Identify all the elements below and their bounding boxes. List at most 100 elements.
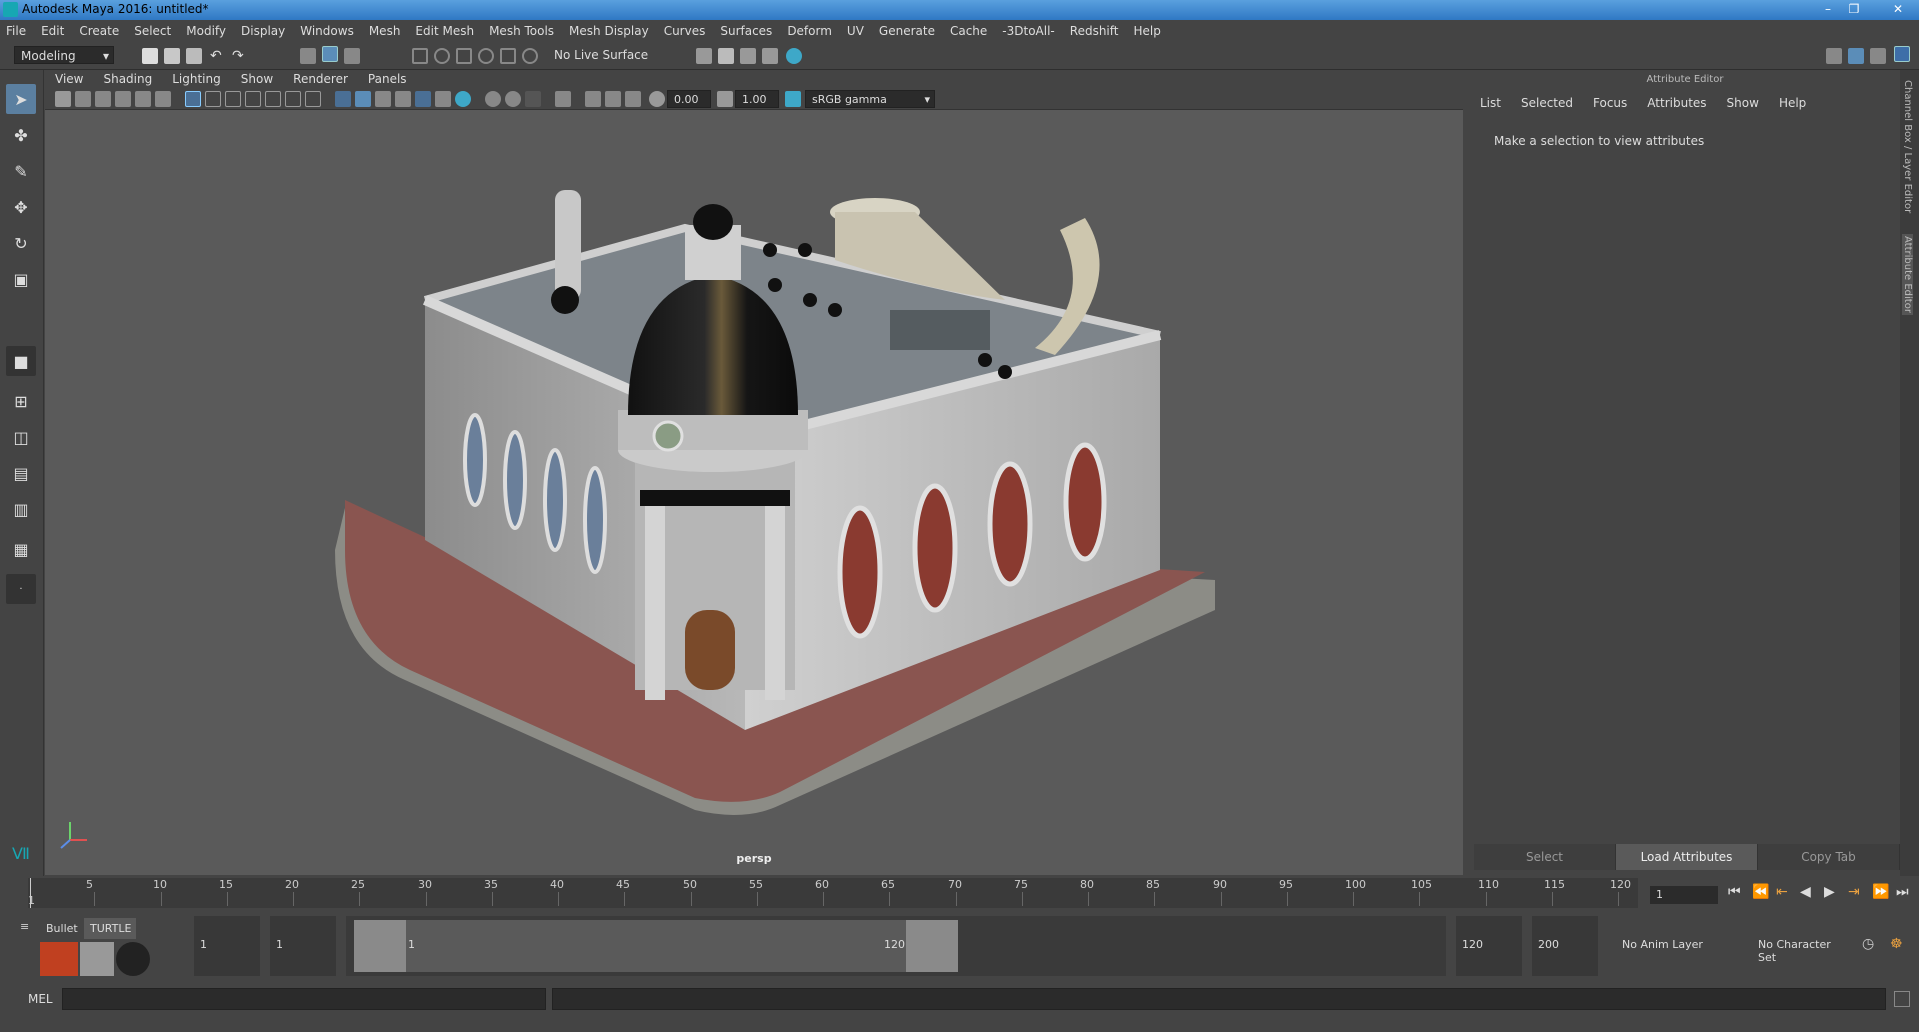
menu-cache[interactable]: Cache: [950, 24, 987, 38]
menu-modify[interactable]: Modify: [186, 24, 226, 38]
safe-action-icon[interactable]: [285, 91, 301, 107]
motion-blur-icon[interactable]: [505, 91, 521, 107]
menu-mesh-tools[interactable]: Mesh Tools: [489, 24, 554, 38]
shelf-tab-turtle[interactable]: TURTLE: [84, 918, 136, 939]
snap-live-icon[interactable]: [522, 48, 538, 64]
attribute-editor-tab[interactable]: Attribute Editor: [1902, 234, 1913, 315]
menu-curves[interactable]: Curves: [664, 24, 706, 38]
rotate-tool-icon[interactable]: ↻: [6, 228, 36, 258]
image-plane-icon[interactable]: [115, 91, 131, 107]
redo-icon[interactable]: ↷: [232, 48, 248, 64]
default-material-icon[interactable]: [375, 91, 391, 107]
isolate-select-icon[interactable]: [555, 91, 571, 107]
resolution-gate-icon[interactable]: [225, 91, 241, 107]
turtle-bake-icon[interactable]: [80, 942, 114, 976]
building-3d-model[interactable]: [45, 110, 1463, 875]
safe-title-icon[interactable]: [305, 91, 321, 107]
undo-icon[interactable]: ↶: [210, 48, 226, 64]
side-by-side-layout-icon[interactable]: ◫: [6, 422, 36, 452]
persp-graph-layout-icon[interactable]: ▤: [6, 458, 36, 488]
minimize-button[interactable]: –: [1816, 0, 1840, 18]
step-back-frame-icon[interactable]: ⇤: [1776, 884, 1788, 900]
auto-key-icon[interactable]: ◷: [1862, 936, 1874, 952]
viewport-menu-view[interactable]: View: [55, 72, 83, 86]
film-gate-icon[interactable]: [205, 91, 221, 107]
lights-icon[interactable]: [435, 91, 451, 107]
live-surface-field[interactable]: No Live Surface: [548, 46, 658, 64]
camera-attributes-icon[interactable]: [75, 91, 91, 107]
shadows-icon[interactable]: [455, 91, 471, 107]
outliner-layout-icon[interactable]: ▥: [6, 494, 36, 524]
play-backwards-icon[interactable]: ◀: [1800, 884, 1811, 900]
open-scene-icon[interactable]: [164, 48, 180, 64]
wireframe-on-shaded-icon[interactable]: [395, 91, 411, 107]
range-slider-track[interactable]: 1 120: [346, 916, 1446, 976]
character-set-dropdown[interactable]: No Character Set: [1752, 916, 1858, 976]
gate-mask-icon[interactable]: [245, 91, 261, 107]
ae-menu-help[interactable]: Help: [1779, 96, 1806, 110]
four-view-layout-icon[interactable]: ⊞: [6, 386, 36, 416]
load-attributes-button[interactable]: Load Attributes: [1616, 844, 1758, 870]
render-view-icon[interactable]: [718, 48, 734, 64]
shelf-tab-bullet[interactable]: Bullet: [40, 918, 80, 939]
viewport-menu-show[interactable]: Show: [241, 72, 273, 86]
snap-view-icon[interactable]: [478, 48, 494, 64]
playback-end-field[interactable]: 120: [1456, 916, 1522, 976]
menu-file[interactable]: File: [6, 24, 26, 38]
select-component-icon[interactable]: [344, 48, 360, 64]
viewport-menu-renderer[interactable]: Renderer: [293, 72, 348, 86]
attribute-editor-toggle-icon[interactable]: [1848, 48, 1864, 64]
step-forward-frame-icon[interactable]: ⇥: [1848, 884, 1860, 900]
menu-mesh-display[interactable]: Mesh Display: [569, 24, 649, 38]
bookmark-icon[interactable]: [95, 91, 111, 107]
snap-point-icon[interactable]: [456, 48, 472, 64]
menu-uv[interactable]: UV: [847, 24, 864, 38]
ipr-render-icon[interactable]: [762, 48, 778, 64]
paint-select-tool-icon[interactable]: ✎: [6, 156, 36, 186]
channel-box-icon[interactable]: [1894, 46, 1910, 62]
ae-menu-focus[interactable]: Focus: [1593, 96, 1627, 110]
camera-select-icon[interactable]: [55, 91, 71, 107]
step-back-key-icon[interactable]: ⏪: [1752, 884, 1769, 900]
mode-dropdown[interactable]: Modeling ▾: [14, 46, 114, 64]
go-to-start-icon[interactable]: ⏮: [1728, 884, 1741, 900]
script-language-label[interactable]: MEL: [28, 992, 53, 1006]
field-chart-icon[interactable]: [265, 91, 281, 107]
timeline-ruler[interactable]: 1 5 10 15 20 25 30 35 40 45 50 55 60 65 70 75 80 85 90 95 1…: [28, 878, 1638, 908]
viewport-menu-shading[interactable]: Shading: [103, 72, 152, 86]
render-current-icon[interactable]: [740, 48, 756, 64]
menu-edit-mesh[interactable]: Edit Mesh: [415, 24, 474, 38]
menu-generate[interactable]: Generate: [879, 24, 935, 38]
xray-joints-icon[interactable]: [605, 91, 621, 107]
lasso-tool-icon[interactable]: ✤: [6, 120, 36, 150]
perspective-viewport[interactable]: persp: [45, 110, 1463, 875]
menu-deform[interactable]: Deform: [787, 24, 832, 38]
animation-prefs-icon[interactable]: ☸: [1890, 936, 1903, 952]
color-management-icon[interactable]: [785, 91, 801, 107]
xray-icon[interactable]: [585, 91, 601, 107]
anti-aliasing-icon[interactable]: [525, 91, 541, 107]
hypershade-icon[interactable]: [786, 48, 802, 64]
step-forward-key-icon[interactable]: ⏩: [1872, 884, 1889, 900]
ae-menu-show[interactable]: Show: [1727, 96, 1759, 110]
ae-menu-selected[interactable]: Selected: [1521, 96, 1573, 110]
gamma-field[interactable]: 1.00: [735, 90, 779, 108]
textured-icon[interactable]: [415, 91, 431, 107]
exposure-icon[interactable]: [649, 91, 665, 107]
snap-surface-icon[interactable]: [500, 48, 516, 64]
range-start-handle[interactable]: [354, 920, 406, 972]
snap-curve-icon[interactable]: [434, 48, 450, 64]
2d-pan-zoom-icon[interactable]: [135, 91, 151, 107]
menu-display[interactable]: Display: [241, 24, 285, 38]
range-end-handle[interactable]: [906, 920, 958, 972]
screen-space-ao-icon[interactable]: [485, 91, 501, 107]
close-button[interactable]: ✕: [1880, 0, 1916, 18]
range-bar[interactable]: [406, 920, 906, 972]
wireframe-icon[interactable]: [335, 91, 351, 107]
new-scene-icon[interactable]: [142, 48, 158, 64]
anim-start-field[interactable]: 1: [194, 916, 260, 976]
hypershade-layout-icon[interactable]: ▦: [6, 534, 36, 564]
menu-redshift[interactable]: Redshift: [1070, 24, 1119, 38]
turtle-render-icon[interactable]: [40, 942, 78, 976]
grid-icon[interactable]: [185, 91, 201, 107]
